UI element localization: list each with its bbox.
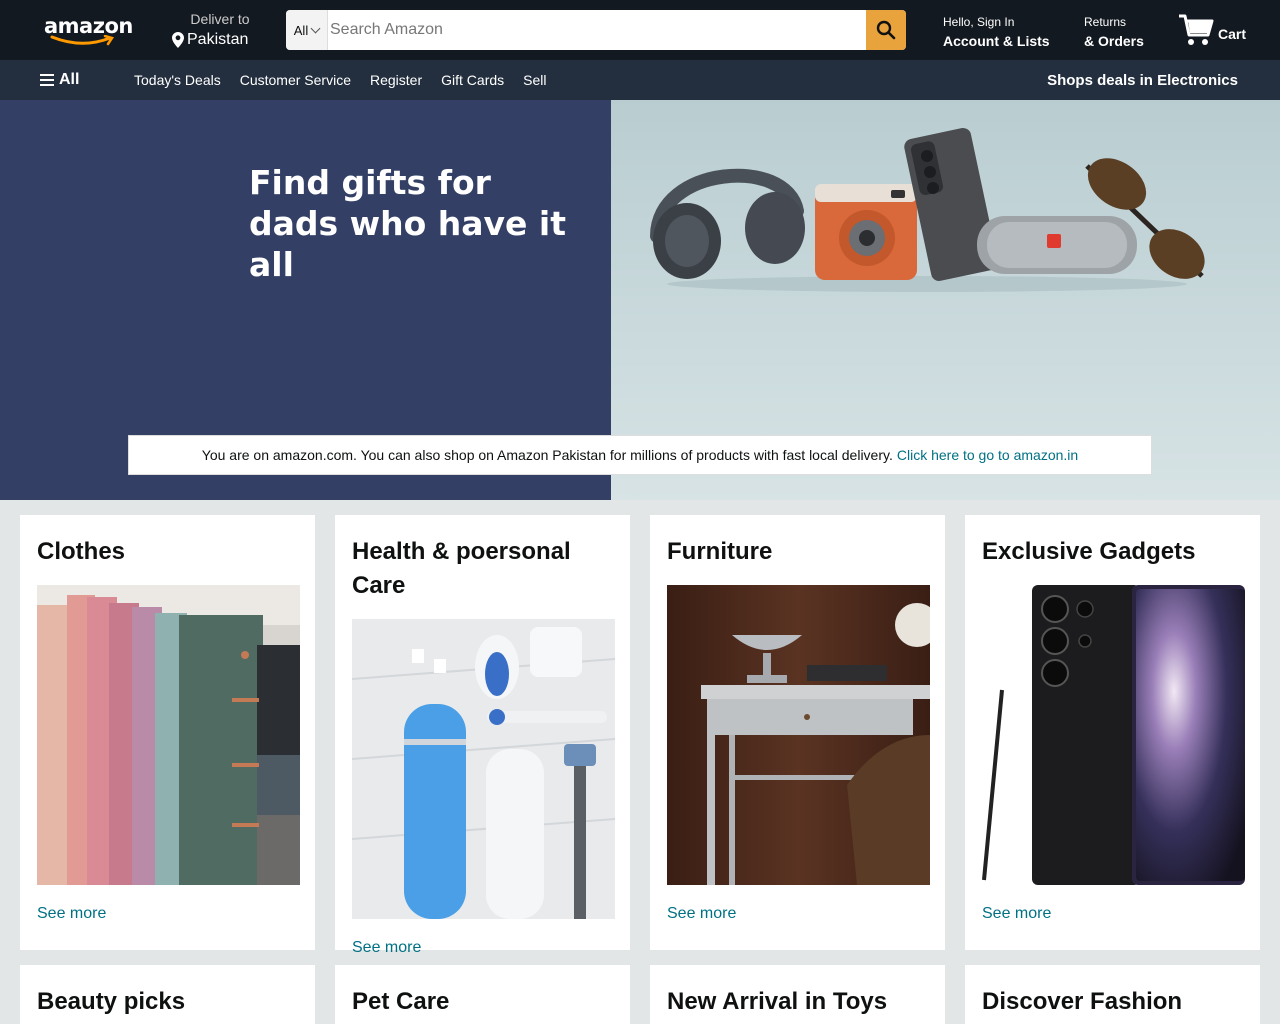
clothes-image[interactable] (37, 585, 300, 885)
see-more-link[interactable]: See more (352, 939, 614, 957)
returns-label: Returns (1084, 15, 1127, 29)
card-pet-care: Pet Care (335, 965, 630, 1024)
hero-banner[interactable]: Find gifts for dads who have it all You … (0, 100, 1280, 500)
subnav-item-register[interactable]: Register (370, 72, 422, 88)
hero-title-line2: dads who have it all (249, 204, 567, 284)
card-new-arrival-toys: New Arrival in Toys (650, 965, 945, 1024)
deliver-location: Pakistan (172, 31, 262, 49)
orders-label: & Orders (1084, 33, 1144, 49)
card-title: Exclusive Gadgets (982, 538, 1196, 565)
card-title: Clothes (37, 538, 126, 565)
all-menu-button[interactable]: All (40, 71, 79, 89)
card-discover-fashion: Discover Fashion (965, 965, 1260, 1024)
card-clothes: Clothes See more (20, 515, 315, 950)
card-beauty-picks: Beauty picks (20, 965, 315, 1024)
search-bar: All (286, 10, 906, 50)
camera-icon (815, 184, 917, 280)
region-notice-link[interactable]: Click here to go to amazon.in (897, 447, 1078, 463)
search-icon (876, 20, 896, 40)
logo-smile-icon (50, 35, 114, 46)
sub-navigation: All Today's Deals Customer Service Regis… (0, 60, 1280, 100)
chevron-down-icon (310, 23, 321, 33)
account-greeting: Hello, Sign In (943, 15, 1015, 29)
card-title: Beauty picks (37, 988, 186, 1015)
hamburger-icon (40, 74, 54, 86)
deliver-to[interactable]: Deliver to Pakistan (172, 11, 262, 49)
see-more-link[interactable]: See more (37, 905, 299, 923)
pin-icon (172, 32, 184, 48)
card-health-personal-care: Health & poersonal Care See more (335, 515, 630, 956)
gadgets-image[interactable] (982, 585, 1245, 885)
hero-title-line1: Find gifts for (249, 163, 491, 202)
cart-icon (1179, 14, 1214, 45)
headphones-icon (650, 168, 805, 279)
furniture-image[interactable] (667, 585, 930, 885)
account-lists[interactable]: Hello, Sign In Account & Lists (943, 15, 1050, 49)
returns-orders[interactable]: Returns & Orders (1084, 15, 1144, 49)
all-menu-label: All (59, 71, 80, 88)
subnav-item-customer-service[interactable]: Customer Service (240, 72, 351, 88)
health-care-image[interactable] (352, 619, 615, 919)
card-exclusive-gadgets: Exclusive Gadgets See more (965, 515, 1260, 950)
subnav-item-sell[interactable]: Sell (523, 72, 546, 88)
deliver-label: Deliver to (190, 11, 250, 27)
see-more-link[interactable]: See more (982, 905, 1244, 923)
deliver-location-text: Pakistan (187, 31, 249, 48)
hero-products-illustration (650, 127, 1205, 292)
subnav-item-todays-deals[interactable]: Today's Deals (134, 72, 221, 88)
card-title: Pet Care (352, 988, 450, 1015)
card-title: Discover Fashion (982, 988, 1183, 1015)
amazon-logo[interactable]: amazon (44, 12, 133, 48)
search-category-select[interactable]: All (286, 10, 328, 50)
cart-button[interactable]: Cart (1178, 10, 1248, 50)
subnav-links: Today's Deals Customer Service Register … (134, 72, 547, 88)
account-label: Account & Lists (943, 33, 1050, 49)
card-title: Health & poersonal Care (352, 538, 571, 599)
hero-title: Find gifts for dads who have it all (249, 162, 609, 285)
top-header: amazon Deliver to Pakistan All Hello, (0, 0, 1280, 60)
card-title: Furniture (667, 538, 773, 565)
region-notice-text: You are on amazon.com. You can also shop… (201, 447, 893, 463)
card-title: New Arrival in Toys (667, 988, 888, 1015)
search-input[interactable] (328, 10, 866, 50)
subnav-item-gift-cards[interactable]: Gift Cards (441, 72, 504, 88)
search-button[interactable] (866, 10, 906, 50)
cart-label: Cart (1218, 26, 1247, 42)
see-more-link[interactable]: See more (667, 905, 929, 923)
subnav-promo-link[interactable]: Shops deals in Electronics (1047, 72, 1238, 89)
region-notice: You are on amazon.com. You can also shop… (128, 435, 1152, 475)
speaker-icon (977, 216, 1137, 274)
card-furniture: Furniture See more (650, 515, 945, 950)
search-category-label: All (293, 22, 309, 38)
